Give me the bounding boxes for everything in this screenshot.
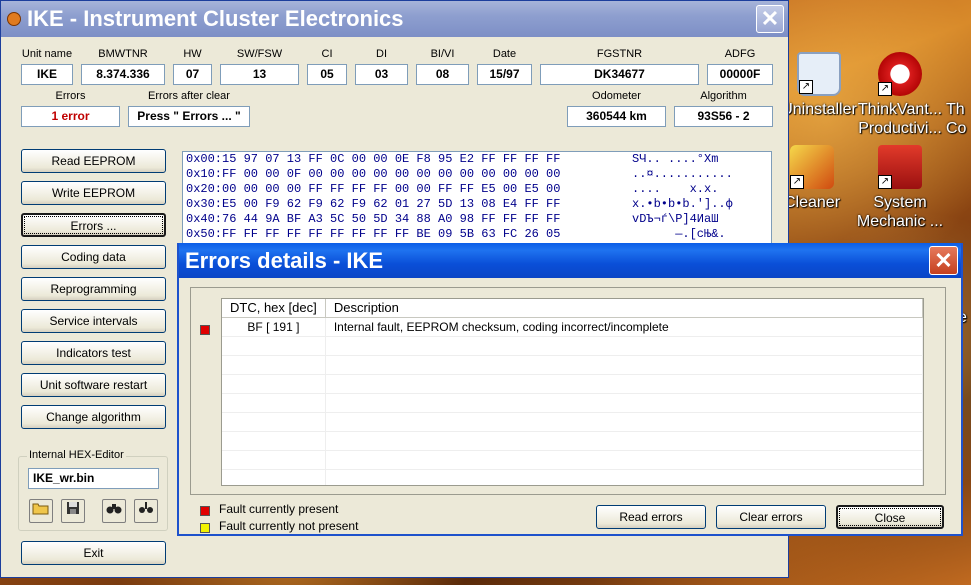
date-label: Date <box>492 48 517 60</box>
ci-field: 05 <box>307 64 347 85</box>
desktop-icon-partial[interactable]: Th Co <box>946 52 971 138</box>
column-header-dtc[interactable]: DTC, hex [dec] <box>222 299 326 317</box>
legend-present-swatch <box>200 506 210 516</box>
legend-not-present-label: Fault currently not present <box>219 519 359 533</box>
hex-row: 0x00: 15 97 07 13 FF 0C 00 00 0E F8 95 E2… <box>186 152 719 166</box>
errors-dialog-close-button[interactable]: ✕ <box>929 246 958 275</box>
sw-fsw-label: SW/FSW <box>236 48 283 60</box>
description-cell: Internal fault, EEPROM checksum, coding … <box>326 318 923 336</box>
find-next-icon[interactable] <box>134 499 158 523</box>
main-titlebar[interactable]: IKE - Instrument Cluster Electronics ✕ <box>1 1 788 37</box>
hex-row: 0x40: 76 44 9A BF A3 5C 50 5D 34 88 A0 98… <box>186 212 719 226</box>
fgstnr-label: FGSTNR <box>596 48 643 60</box>
hex-row: 0x50: FF FF FF FF FF FF FF FF FF BE 09 5B… <box>186 227 726 241</box>
hw-label: HW <box>183 48 202 60</box>
adfg-label: ADFG <box>724 48 756 60</box>
di-field: 03 <box>355 64 408 85</box>
desktop-icon-thinkvantage[interactable]: ↗ ThinkVant... Productivi... <box>850 52 950 138</box>
errors-button[interactable]: Errors ... <box>21 213 166 237</box>
window-title: IKE - Instrument Cluster Electronics <box>27 6 404 31</box>
desktop-icon-label: Mechanic ... <box>856 213 944 230</box>
legend-not-present-swatch <box>200 523 210 533</box>
desktop-icon-label: ThinkVant... <box>857 101 943 118</box>
di-label: DI <box>376 48 387 60</box>
save-disk-icon[interactable] <box>61 499 85 523</box>
fault-present-indicator <box>200 325 210 335</box>
errors-label: Errors <box>55 90 86 102</box>
column-header-description[interactable]: Description <box>326 299 923 317</box>
errors-dialog: Errors details - IKE ✕ DTC, hex [dec] De… <box>177 243 963 536</box>
read-errors-button[interactable]: Read errors <box>596 505 706 529</box>
dtc-table-header: DTC, hex [dec] Description <box>222 299 923 318</box>
hex-row: 0x30: E5 00 F9 62 F9 62 F9 62 01 27 5D 13… <box>186 197 733 211</box>
table-row[interactable]: BF [ 191 ] Internal fault, EEPROM checks… <box>222 318 923 337</box>
fgstnr-field: DK34677 <box>540 64 699 85</box>
odometer-field: 360544 km <box>567 106 666 127</box>
app-icon <box>7 12 21 26</box>
unit-name-label: Unit name <box>21 48 73 60</box>
open-folder-icon[interactable] <box>29 499 53 523</box>
binoculars-icon[interactable] <box>102 499 126 523</box>
reprogramming-button[interactable]: Reprogramming <box>21 277 166 301</box>
read-eeprom-button[interactable]: Read EEPROM <box>21 149 166 173</box>
speedometer-icon: ↗ <box>878 52 922 96</box>
coding-data-button[interactable]: Coding data <box>21 245 166 269</box>
bmwtnr-label: BMWTNR <box>98 48 148 60</box>
exit-button[interactable]: Exit <box>21 541 166 565</box>
clear-errors-button[interactable]: Clear errors <box>716 505 826 529</box>
desktop-icon-label: Th <box>946 101 965 118</box>
dtc-cell: BF [ 191 ] <box>222 318 326 336</box>
broom-icon: ↗ <box>790 145 834 189</box>
desktop-icon-label: Productivi... <box>858 120 942 137</box>
errors-dialog-titlebar[interactable]: Errors details - IKE ✕ <box>179 243 961 278</box>
errors-after-clear-field: Press " Errors ... " <box>128 106 250 127</box>
sw-fsw-field: 13 <box>220 64 299 85</box>
unit-name-field: IKE <box>21 64 73 85</box>
ci-label: CI <box>321 48 333 60</box>
errors-dialog-title: Errors details - IKE <box>185 248 384 273</box>
service-intervals-button[interactable]: Service intervals <box>21 309 166 333</box>
dtc-table[interactable]: DTC, hex [dec] Description BF [ 191 ] In… <box>221 298 924 486</box>
desktop-icon-label: System <box>873 194 927 211</box>
legend-present-label: Fault currently present <box>219 502 339 516</box>
algorithm-field: 93S56 - 2 <box>674 106 773 127</box>
unit-software-restart-button[interactable]: Unit software restart <box>21 373 166 397</box>
date-field: 15/97 <box>477 64 532 85</box>
toolbox-icon: ↗ <box>878 145 922 189</box>
bi-vi-field: 08 <box>416 64 469 85</box>
write-eeprom-button[interactable]: Write EEPROM <box>21 181 166 205</box>
hex-filename-field[interactable]: IKE_wr.bin <box>28 468 159 489</box>
bi-vi-label: BI/VI <box>430 48 455 60</box>
desktop-icon-system-mechanic[interactable]: ↗ System Mechanic ... <box>850 145 950 231</box>
change-algorithm-button[interactable]: Change algorithm <box>21 405 166 429</box>
algorithm-label: Algorithm <box>700 90 747 102</box>
adfg-field: 00000F <box>707 64 773 85</box>
indicators-test-button[interactable]: Indicators test <box>21 341 166 365</box>
recycle-bin-icon: ↗ <box>797 52 841 96</box>
hex-row: 0x20: 00 00 00 00 FF FF FF FF 00 00 FF FF… <box>186 182 719 196</box>
close-button[interactable]: ✕ <box>756 5 784 33</box>
hex-view[interactable]: 0x00: 15 97 07 13 FF 0C 00 00 0E F8 95 E2… <box>182 151 772 246</box>
desktop-icon-label: Co <box>946 120 967 137</box>
hex-editor-group-label: Internal HEX-Editor <box>27 449 126 461</box>
errors-field: 1 error <box>21 106 120 127</box>
close-button[interactable]: Close <box>836 505 944 529</box>
hw-field: 07 <box>173 64 212 85</box>
odometer-label: Odometer <box>592 90 641 102</box>
errors-after-clear-label: Errors after clear <box>148 90 230 102</box>
hex-row: 0x10: FF 00 00 0F 00 00 00 00 00 00 00 00… <box>186 167 733 181</box>
bmwtnr-field: 8.374.336 <box>81 64 165 85</box>
